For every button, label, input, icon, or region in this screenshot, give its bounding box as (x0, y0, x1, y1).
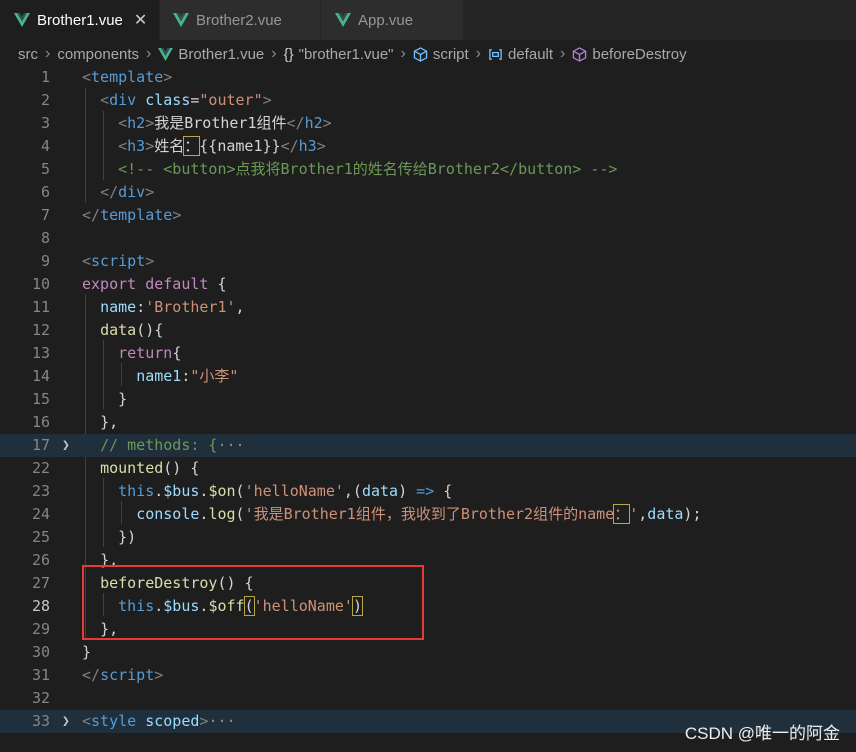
code-line: 13 return{ (0, 342, 856, 365)
code-line: 7 </template> (0, 204, 856, 227)
cube-icon (413, 46, 428, 62)
variable-icon (489, 48, 502, 60)
line-number: 3 (40, 114, 50, 132)
annotation-highlight-box (82, 565, 424, 640)
tab-brother1-vue[interactable]: Brother1.vue ✕ (0, 0, 160, 40)
line-number: 29 (31, 620, 50, 638)
tab-label: Brother2.vue (196, 11, 282, 29)
vue-file-icon (158, 47, 174, 61)
vue-file-icon (173, 13, 189, 27)
editor-tab-bar: Brother1.vue ✕ Brother2.vue App.vue (0, 0, 856, 40)
chevron-right-icon[interactable]: ❯ (62, 434, 70, 457)
line-number: 16 (31, 413, 50, 431)
chevron-right-icon: › (400, 45, 406, 62)
code-line: 8 (0, 227, 856, 250)
line-number: 26 (31, 551, 50, 569)
code-line: 16 }, (0, 411, 856, 434)
line-number: 2 (40, 91, 50, 109)
line-number: 30 (31, 643, 50, 661)
unicode-highlight-box: ： (183, 136, 201, 156)
breadcrumb-default[interactable]: default (508, 46, 553, 63)
line-number: 1 (40, 68, 50, 86)
tab-brother2-vue[interactable]: Brother2.vue (160, 0, 321, 40)
breadcrumb-file[interactable]: Brother1.vue (178, 46, 264, 63)
vue-file-icon (14, 13, 30, 27)
chevron-right-icon[interactable]: ❯ (62, 710, 70, 733)
chevron-right-icon: › (146, 45, 152, 62)
chevron-right-icon: › (560, 45, 566, 62)
code-line: 12 data(){ (0, 319, 856, 342)
line-number: 27 (31, 574, 50, 592)
chevron-right-icon: › (475, 45, 481, 62)
code-line: 31 </script> (0, 664, 856, 687)
code-line: 6 </div> (0, 181, 856, 204)
line-number: 23 (31, 482, 50, 500)
folded-code-line[interactable]: 17 ❯ // methods: {··· (0, 434, 856, 457)
vue-file-icon (335, 13, 351, 27)
line-number: 24 (31, 505, 50, 523)
code-line: 9 <script> (0, 250, 856, 273)
code-line: 10 export default { (0, 273, 856, 296)
line-number: 5 (40, 160, 50, 178)
line-number: 32 (31, 689, 50, 707)
code-line: 14 name1:"小李" (0, 365, 856, 388)
code-line: 3 <h2>我是Brother1组件</h2> (0, 112, 856, 135)
braces-icon: {} (283, 45, 294, 63)
line-number: 10 (31, 275, 50, 293)
line-number: 11 (31, 298, 50, 316)
breadcrumb-components[interactable]: components (57, 46, 139, 63)
close-icon[interactable]: ✕ (134, 10, 147, 30)
line-number: 14 (31, 367, 50, 385)
line-number: 33 (31, 712, 50, 730)
breadcrumb: src › components › Brother1.vue › {} "br… (0, 40, 856, 68)
breadcrumb-object[interactable]: "brother1.vue" (299, 46, 394, 63)
code-line: 22 mounted() { (0, 457, 856, 480)
code-line: 11 name:'Brother1', (0, 296, 856, 319)
line-number: 13 (31, 344, 50, 362)
chevron-right-icon: › (271, 45, 277, 62)
breadcrumb-hook[interactable]: beforeDestroy (592, 46, 686, 63)
code-line: 15 } (0, 388, 856, 411)
code-editor[interactable]: 1 <template> 2 <div class="outer"> 3 <h2>… (0, 66, 856, 752)
breadcrumb-src[interactable]: src (18, 46, 38, 63)
tab-app-vue[interactable]: App.vue (321, 0, 464, 40)
method-cube-icon (573, 46, 587, 62)
line-number: 8 (40, 229, 50, 247)
breadcrumb-script[interactable]: script (433, 46, 469, 63)
line-number: 6 (40, 183, 50, 201)
code-line: 24 console.log('我是Brother1组件，我收到了Brother… (0, 503, 856, 526)
line-number: 25 (31, 528, 50, 546)
code-line: 1 <template> (0, 66, 856, 89)
code-line: 4 <h3>姓名：{{name1}}</h3> (0, 135, 856, 158)
line-number: 17 (31, 436, 50, 454)
line-number: 9 (40, 252, 50, 270)
code-line: 25 }) (0, 526, 856, 549)
line-number: 28 (31, 597, 50, 615)
line-number: 31 (31, 666, 50, 684)
line-number: 22 (31, 459, 50, 477)
unicode-highlight-box: ： (613, 504, 631, 524)
line-number: 4 (40, 137, 50, 155)
watermark: CSDN @唯一的阿金 (684, 724, 840, 743)
tab-label: App.vue (358, 11, 414, 29)
line-number: 12 (31, 321, 50, 339)
line-number: 7 (40, 206, 50, 224)
line-number: 15 (31, 390, 50, 408)
code-line: 30} (0, 641, 856, 664)
code-line: 32 (0, 687, 856, 710)
code-line: 23 this.$bus.$on('helloName',(data) => { (0, 480, 856, 503)
chevron-right-icon: › (45, 45, 51, 62)
code-line: 2 <div class="outer"> (0, 89, 856, 112)
tab-label: Brother1.vue (37, 11, 123, 29)
code-line: 5 <!-- <button>点我将Brother1的姓名传给Brother2<… (0, 158, 856, 181)
